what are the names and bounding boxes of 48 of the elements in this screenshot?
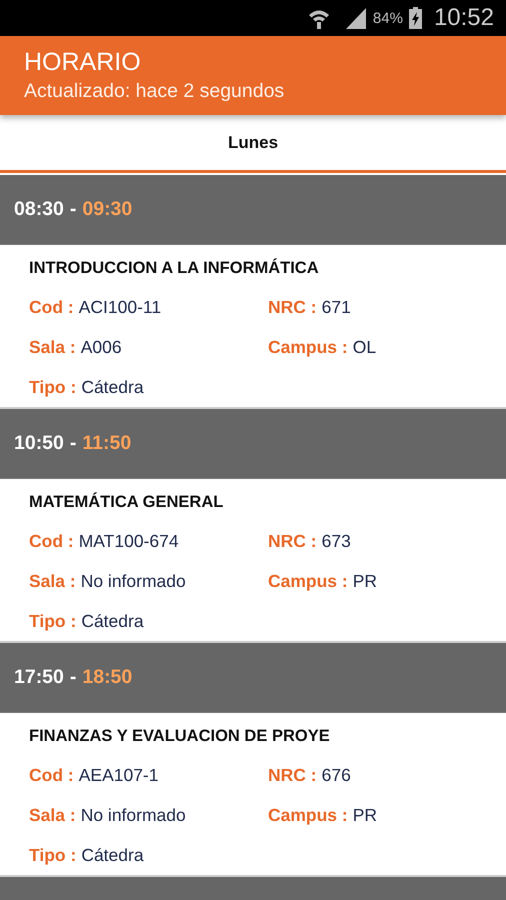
field-label: Sala : xyxy=(29,570,76,592)
field-value: AEA107-1 xyxy=(78,764,158,786)
start-time: 17:50 xyxy=(14,666,64,689)
screen-title: HORARIO xyxy=(24,48,142,76)
field-label: NRC : xyxy=(268,530,317,552)
course-title: INTRODUCCION A LA INFORMÁTICA xyxy=(29,257,320,279)
field-value: A006 xyxy=(80,336,122,358)
field-value: ACI100-11 xyxy=(78,296,162,318)
time-separator: - xyxy=(70,432,76,455)
field-label: Cod : xyxy=(29,296,74,318)
field-value: No informado xyxy=(80,570,186,592)
field-label: Sala : xyxy=(29,804,76,826)
field-value: Cátedra xyxy=(81,376,144,398)
time-separator: - xyxy=(70,666,76,689)
field-label: Tipo : xyxy=(29,376,76,398)
field-value: No informado xyxy=(80,804,186,826)
field-label: Tipo : xyxy=(29,610,76,632)
field-label: Campus : xyxy=(268,336,348,358)
clock: 10:52 xyxy=(434,4,494,32)
field-label: Cod : xyxy=(29,530,74,552)
field-label: Tipo : xyxy=(29,844,76,866)
field-value: PR xyxy=(352,570,378,592)
end-time: 18:50 xyxy=(82,666,132,689)
field-value: 673 xyxy=(322,530,351,552)
field-value: 671 xyxy=(322,296,351,318)
field-value: PR xyxy=(352,804,378,826)
battery-icon xyxy=(408,7,422,29)
signal-icon xyxy=(344,7,367,29)
time-separator: - xyxy=(70,198,76,221)
start-time: 08:30 xyxy=(14,198,64,221)
field-label: Sala : xyxy=(29,336,76,358)
end-time: 11:50 xyxy=(82,432,132,455)
field-label: Campus : xyxy=(268,804,348,826)
end-time: 09:30 xyxy=(82,198,132,221)
update-status: Actualizado: hace 2 segundos xyxy=(24,79,286,104)
field-label: Campus : xyxy=(268,570,348,592)
battery-percentage: 84% xyxy=(372,10,403,26)
start-time: 10:50 xyxy=(14,432,64,455)
field-value: OL xyxy=(352,336,376,358)
field-value: MAT100-674 xyxy=(78,530,179,552)
course-title: MATEMÁTICA GENERAL xyxy=(29,491,224,513)
field-value: Cátedra xyxy=(81,610,144,632)
field-value: Cátedra xyxy=(81,844,144,866)
field-value: 676 xyxy=(322,764,351,786)
course-title: FINANZAS Y EVALUACION DE PROYE xyxy=(29,726,331,747)
field-label: NRC : xyxy=(268,764,317,786)
field-label: Cod : xyxy=(29,764,74,786)
field-label: NRC : xyxy=(268,296,317,318)
